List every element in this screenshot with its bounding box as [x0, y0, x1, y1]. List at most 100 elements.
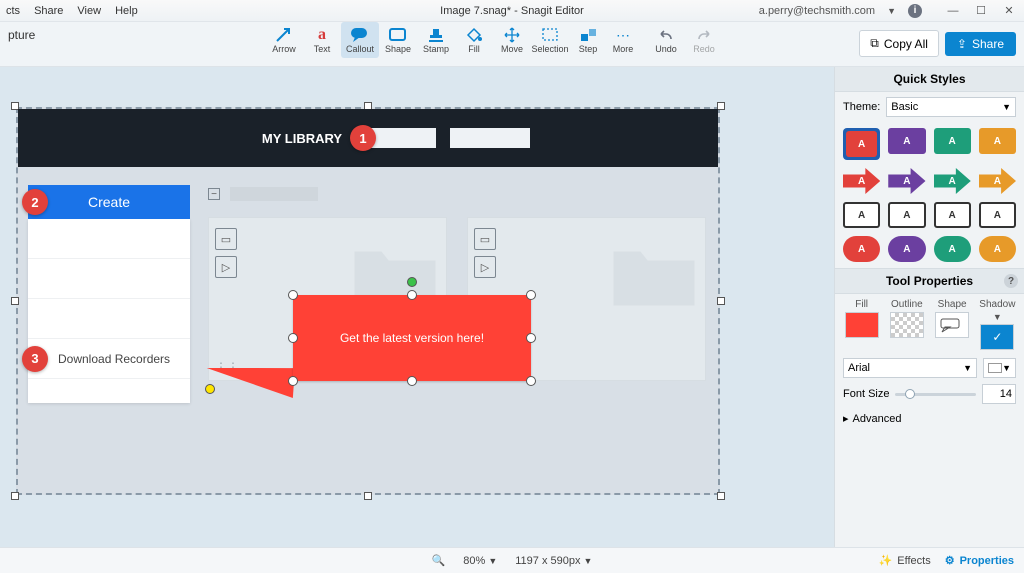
resize-handle[interactable]: [288, 376, 298, 386]
step-badge-1: 1: [350, 125, 376, 151]
sidebar-row[interactable]: [28, 299, 190, 339]
undo-icon: [656, 26, 676, 44]
callout-tail[interactable]: [205, 362, 295, 398]
font-color-button[interactable]: ▼: [983, 358, 1016, 378]
info-icon[interactable]: i: [908, 4, 922, 18]
folder-icon[interactable]: ▭: [474, 228, 496, 250]
shadow-button[interactable]: ✓: [980, 324, 1014, 350]
copy-all-button[interactable]: ⧉Copy All: [859, 30, 939, 57]
folder-icon[interactable]: ▭: [215, 228, 237, 250]
style-swatch-pill[interactable]: A: [979, 236, 1016, 262]
resize-handle[interactable]: [526, 333, 536, 343]
minimize-button[interactable]: ―: [944, 4, 962, 18]
resize-handle[interactable]: [526, 290, 536, 300]
properties-button[interactable]: ⚙Properties: [945, 554, 1014, 567]
tool-stamp[interactable]: Stamp: [417, 22, 455, 58]
advanced-toggle[interactable]: ▸Advanced: [835, 407, 1024, 430]
effects-button[interactable]: ✨Effects: [879, 554, 931, 567]
resize-handle[interactable]: [407, 290, 417, 300]
rotate-handle[interactable]: [407, 277, 417, 287]
resize-handle[interactable]: [288, 333, 298, 343]
arrow-icon: [274, 26, 294, 44]
user-email[interactable]: a.perry@techsmith.com: [759, 5, 875, 17]
create-button[interactable]: 2 Create: [28, 185, 190, 219]
tool-step[interactable]: Step: [569, 22, 607, 58]
play-icon[interactable]: ▷: [474, 256, 496, 278]
style-swatch-pill[interactable]: A: [843, 236, 880, 262]
theme-label: Theme:: [843, 101, 880, 113]
header-placeholder-2: [450, 128, 530, 148]
tool-text[interactable]: aText: [303, 22, 341, 58]
share-icon: ⇪: [957, 37, 967, 51]
text-icon: a: [312, 26, 332, 44]
more-icon: ⋯: [613, 26, 633, 44]
help-icon[interactable]: ?: [1004, 274, 1018, 288]
sidebar-row[interactable]: [28, 259, 190, 299]
tool-shape[interactable]: Shape: [379, 22, 417, 58]
tool-move[interactable]: Move: [493, 22, 531, 58]
style-swatch-arrow[interactable]: A: [934, 168, 971, 194]
resize-handle[interactable]: [288, 290, 298, 300]
tool-callout[interactable]: Callout: [341, 22, 379, 58]
callout-icon: [350, 26, 370, 44]
menu-cts[interactable]: cts: [6, 5, 20, 17]
tool-redo[interactable]: Redo: [685, 22, 723, 58]
font-size-input[interactable]: [982, 384, 1016, 404]
canvas-area[interactable]: 1 MY LIBRARY 2 Create: [0, 67, 834, 547]
style-swatch[interactable]: A: [979, 128, 1016, 154]
tool-undo[interactable]: Undo: [647, 22, 685, 58]
outline-button[interactable]: [890, 312, 924, 338]
right-panel: Quick Styles Theme: Basic▼ A A A A A A A…: [834, 67, 1024, 547]
gear-icon: ⚙: [945, 554, 955, 567]
zoom-icon[interactable]: 🔍: [432, 554, 446, 567]
toolbar: pture Arrow aText Callout Shape Stamp Fi…: [0, 22, 1024, 67]
maximize-button[interactable]: ☐: [972, 4, 990, 18]
tool-fill[interactable]: Fill: [455, 22, 493, 58]
tool-selection[interactable]: Selection: [531, 22, 569, 58]
style-swatch-box[interactable]: A: [888, 202, 925, 228]
shape-icon: [388, 26, 408, 44]
tool-arrow[interactable]: Arrow: [265, 22, 303, 58]
menu-help[interactable]: Help: [115, 5, 138, 17]
style-swatch-pill[interactable]: A: [934, 236, 971, 262]
capture-label[interactable]: pture: [0, 22, 43, 48]
tool-more[interactable]: ⋯More: [607, 22, 639, 58]
style-swatch-arrow[interactable]: A: [888, 168, 925, 194]
theme-select[interactable]: Basic▼: [886, 97, 1016, 117]
close-button[interactable]: ✕: [1000, 4, 1018, 18]
font-size-label: Font Size: [843, 388, 889, 400]
chevron-down-icon: ▼: [1002, 102, 1011, 112]
share-button[interactable]: ⇪Share: [945, 32, 1016, 56]
shape-button[interactable]: [935, 312, 969, 338]
collapse-icon[interactable]: −: [208, 188, 220, 200]
fill-color-button[interactable]: [845, 312, 879, 338]
step-badge-3: 3: [22, 346, 48, 372]
canvas-dimensions[interactable]: 1197 x 590px ▼: [515, 555, 592, 567]
style-swatch-arrow[interactable]: A: [843, 168, 880, 194]
callout-box[interactable]: Get the latest version here!: [293, 295, 531, 381]
doc-header: 1 MY LIBRARY: [18, 109, 718, 167]
style-swatch-selected[interactable]: A: [843, 128, 880, 160]
style-swatch-box[interactable]: A: [934, 202, 971, 228]
font-select[interactable]: Arial▼: [843, 358, 977, 378]
step-icon: [578, 26, 598, 44]
resize-handle[interactable]: [407, 376, 417, 386]
doc-title: MY LIBRARY: [262, 131, 342, 146]
zoom-value[interactable]: 80% ▼: [463, 555, 497, 567]
style-swatch-pill[interactable]: A: [888, 236, 925, 262]
style-swatch-box[interactable]: A: [843, 202, 880, 228]
style-swatch-box[interactable]: A: [979, 202, 1016, 228]
style-swatch-arrow[interactable]: A: [979, 168, 1016, 194]
sidebar-row[interactable]: [28, 219, 190, 259]
menu-view[interactable]: View: [77, 5, 101, 17]
placeholder-bar: [230, 187, 318, 201]
play-icon[interactable]: ▷: [215, 256, 237, 278]
resize-handle[interactable]: [526, 376, 536, 386]
menu-share[interactable]: Share: [34, 5, 63, 17]
style-swatch[interactable]: A: [934, 128, 971, 154]
selection-icon: [540, 26, 560, 44]
sidebar-row-download[interactable]: 3 Download Recorders: [28, 339, 190, 379]
fill-icon: [464, 26, 484, 44]
style-swatch[interactable]: A: [888, 128, 925, 154]
font-size-slider[interactable]: [895, 393, 976, 396]
